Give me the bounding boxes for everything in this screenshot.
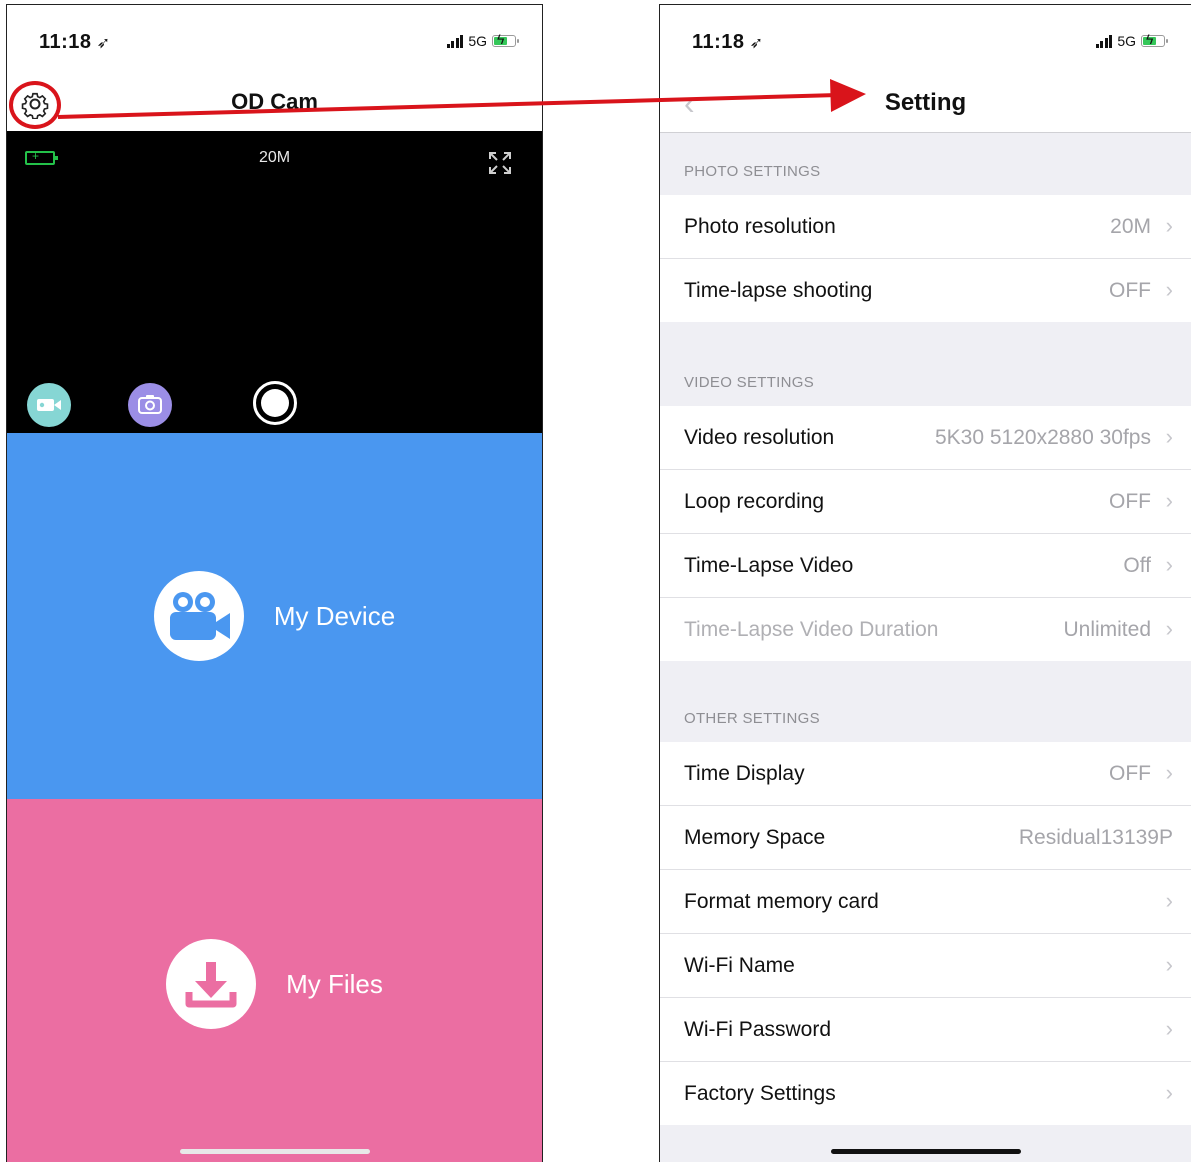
network-indicators: 5G ϟ <box>446 31 519 49</box>
chevron-right-icon: › <box>1165 552 1173 577</box>
settings-row[interactable]: Wi-Fi Password › <box>660 998 1191 1062</box>
settings-screen: 11:18 ➶ 5G ϟ ‹ Setting PHOTO SETTINGS Pho… <box>659 4 1191 1162</box>
settings-row[interactable]: Time-Lapse Video Off › <box>660 534 1191 598</box>
network-indicators: 5G ϟ <box>1095 31 1168 49</box>
row-label: Video resolution <box>684 426 835 449</box>
battery-icon: ϟ <box>1141 31 1168 47</box>
chevron-right-icon: › <box>1165 888 1173 913</box>
section-header-other: OTHER SETTINGS <box>684 710 820 727</box>
video-settings-group: Video resolution 5K30 5120x2880 30fps › … <box>660 406 1191 661</box>
chevron-right-icon: › <box>1165 277 1173 302</box>
status-bar: 11:18 ➶ 5G ϟ <box>7 5 542 75</box>
photo-settings-group: Photo resolution 20M › Time-lapse shooti… <box>660 195 1191 322</box>
network-type: 5G <box>468 33 487 49</box>
camera-icon <box>138 395 162 414</box>
row-label: Factory Settings <box>684 1082 836 1105</box>
nav-bar: OD Cam <box>7 75 542 131</box>
row-value: Residual13139P <box>1018 826 1173 849</box>
my-files-tile[interactable]: My Files <box>7 799 542 1162</box>
row-label: Loop recording <box>684 490 825 513</box>
settings-row[interactable]: Format memory card › <box>660 870 1191 934</box>
row-label: Format memory card <box>684 890 879 913</box>
photo-mode-button[interactable] <box>128 383 172 427</box>
status-bar: 11:18 ➶ 5G ϟ <box>660 5 1191 75</box>
my-device-label: My Device <box>273 600 396 631</box>
home-screen: 11:18 ➶ 5G ϟ OD Cam + 20M My Device My F… <box>6 4 543 1162</box>
row-value: Unlimited <box>1063 618 1151 641</box>
settings-row[interactable]: Wi-Fi Name › <box>660 934 1191 998</box>
video-camera-icon <box>153 571 244 661</box>
fullscreen-icon[interactable] <box>488 151 512 175</box>
row-label: Memory Space <box>684 826 826 849</box>
row-value: OFF <box>1109 490 1151 513</box>
home-indicator[interactable] <box>179 1149 370 1154</box>
status-time: 11:18 ➶ <box>39 31 111 53</box>
chevron-right-icon: › <box>1165 1080 1173 1105</box>
preview-resolution: 20M <box>258 149 291 166</box>
download-icon <box>166 939 257 1029</box>
highlight-circle <box>9 81 61 129</box>
battery-icon: ϟ <box>492 31 519 47</box>
settings-row[interactable]: Time-Lapse Video Duration Unlimited › <box>660 598 1191 661</box>
settings-row[interactable]: Factory Settings › <box>660 1062 1191 1125</box>
camera-preview[interactable]: + 20M <box>7 131 542 433</box>
row-label: Time-Lapse Video <box>684 554 854 577</box>
my-device-tile[interactable]: My Device <box>7 433 542 799</box>
app-title: OD Cam <box>231 89 318 114</box>
chevron-right-icon: › <box>1165 616 1173 641</box>
chevron-right-icon: › <box>1165 952 1173 977</box>
row-value: 5K30 5120x2880 30fps <box>934 426 1151 449</box>
settings-row[interactable]: Time-lapse shooting OFF › <box>660 259 1191 322</box>
settings-row[interactable]: Loop recording OFF › <box>660 470 1191 534</box>
row-label: Time-Lapse Video Duration <box>684 618 939 641</box>
signal-icon <box>446 34 464 48</box>
row-label: Photo resolution <box>684 215 836 238</box>
signal-icon <box>1095 34 1113 48</box>
row-value: OFF <box>1109 762 1151 785</box>
settings-row[interactable]: Video resolution 5K30 5120x2880 30fps › <box>660 406 1191 470</box>
location-arrow-icon: ➶ <box>749 35 764 52</box>
row-label: Wi-Fi Password <box>684 1018 832 1041</box>
row-label: Time Display <box>684 762 805 785</box>
my-files-label: My Files <box>286 968 383 999</box>
chevron-right-icon: › <box>1165 760 1173 785</box>
row-label: Wi-Fi Name <box>684 954 795 977</box>
row-value: 20M <box>1110 215 1151 238</box>
video-mode-button[interactable] <box>27 383 71 427</box>
nav-bar: ‹ Setting <box>660 75 1191 133</box>
row-label: Time-lapse shooting <box>684 279 873 302</box>
section-header-photo: PHOTO SETTINGS <box>684 163 821 180</box>
other-settings-group: Time Display OFF › Memory Space Residual… <box>660 742 1191 1125</box>
settings-row[interactable]: Photo resolution 20M › <box>660 195 1191 259</box>
chevron-right-icon: › <box>1165 424 1173 449</box>
page-title: Setting <box>884 89 967 116</box>
chevron-right-icon: › <box>1165 488 1173 513</box>
video-camera-icon <box>37 399 61 411</box>
network-type: 5G <box>1117 33 1136 49</box>
home-indicator[interactable] <box>830 1149 1021 1154</box>
shutter-button[interactable] <box>253 381 297 425</box>
chevron-right-icon: › <box>1165 213 1173 238</box>
section-header-video: VIDEO SETTINGS <box>684 374 815 391</box>
location-arrow-icon: ➶ <box>96 35 111 52</box>
row-value: OFF <box>1109 279 1151 302</box>
row-value: Off <box>1123 554 1151 577</box>
settings-row[interactable]: Memory Space Residual13139P <box>660 806 1191 870</box>
settings-row[interactable]: Time Display OFF › <box>660 742 1191 806</box>
chevron-right-icon: › <box>1165 1016 1173 1041</box>
status-time: 11:18 ➶ <box>692 31 764 53</box>
